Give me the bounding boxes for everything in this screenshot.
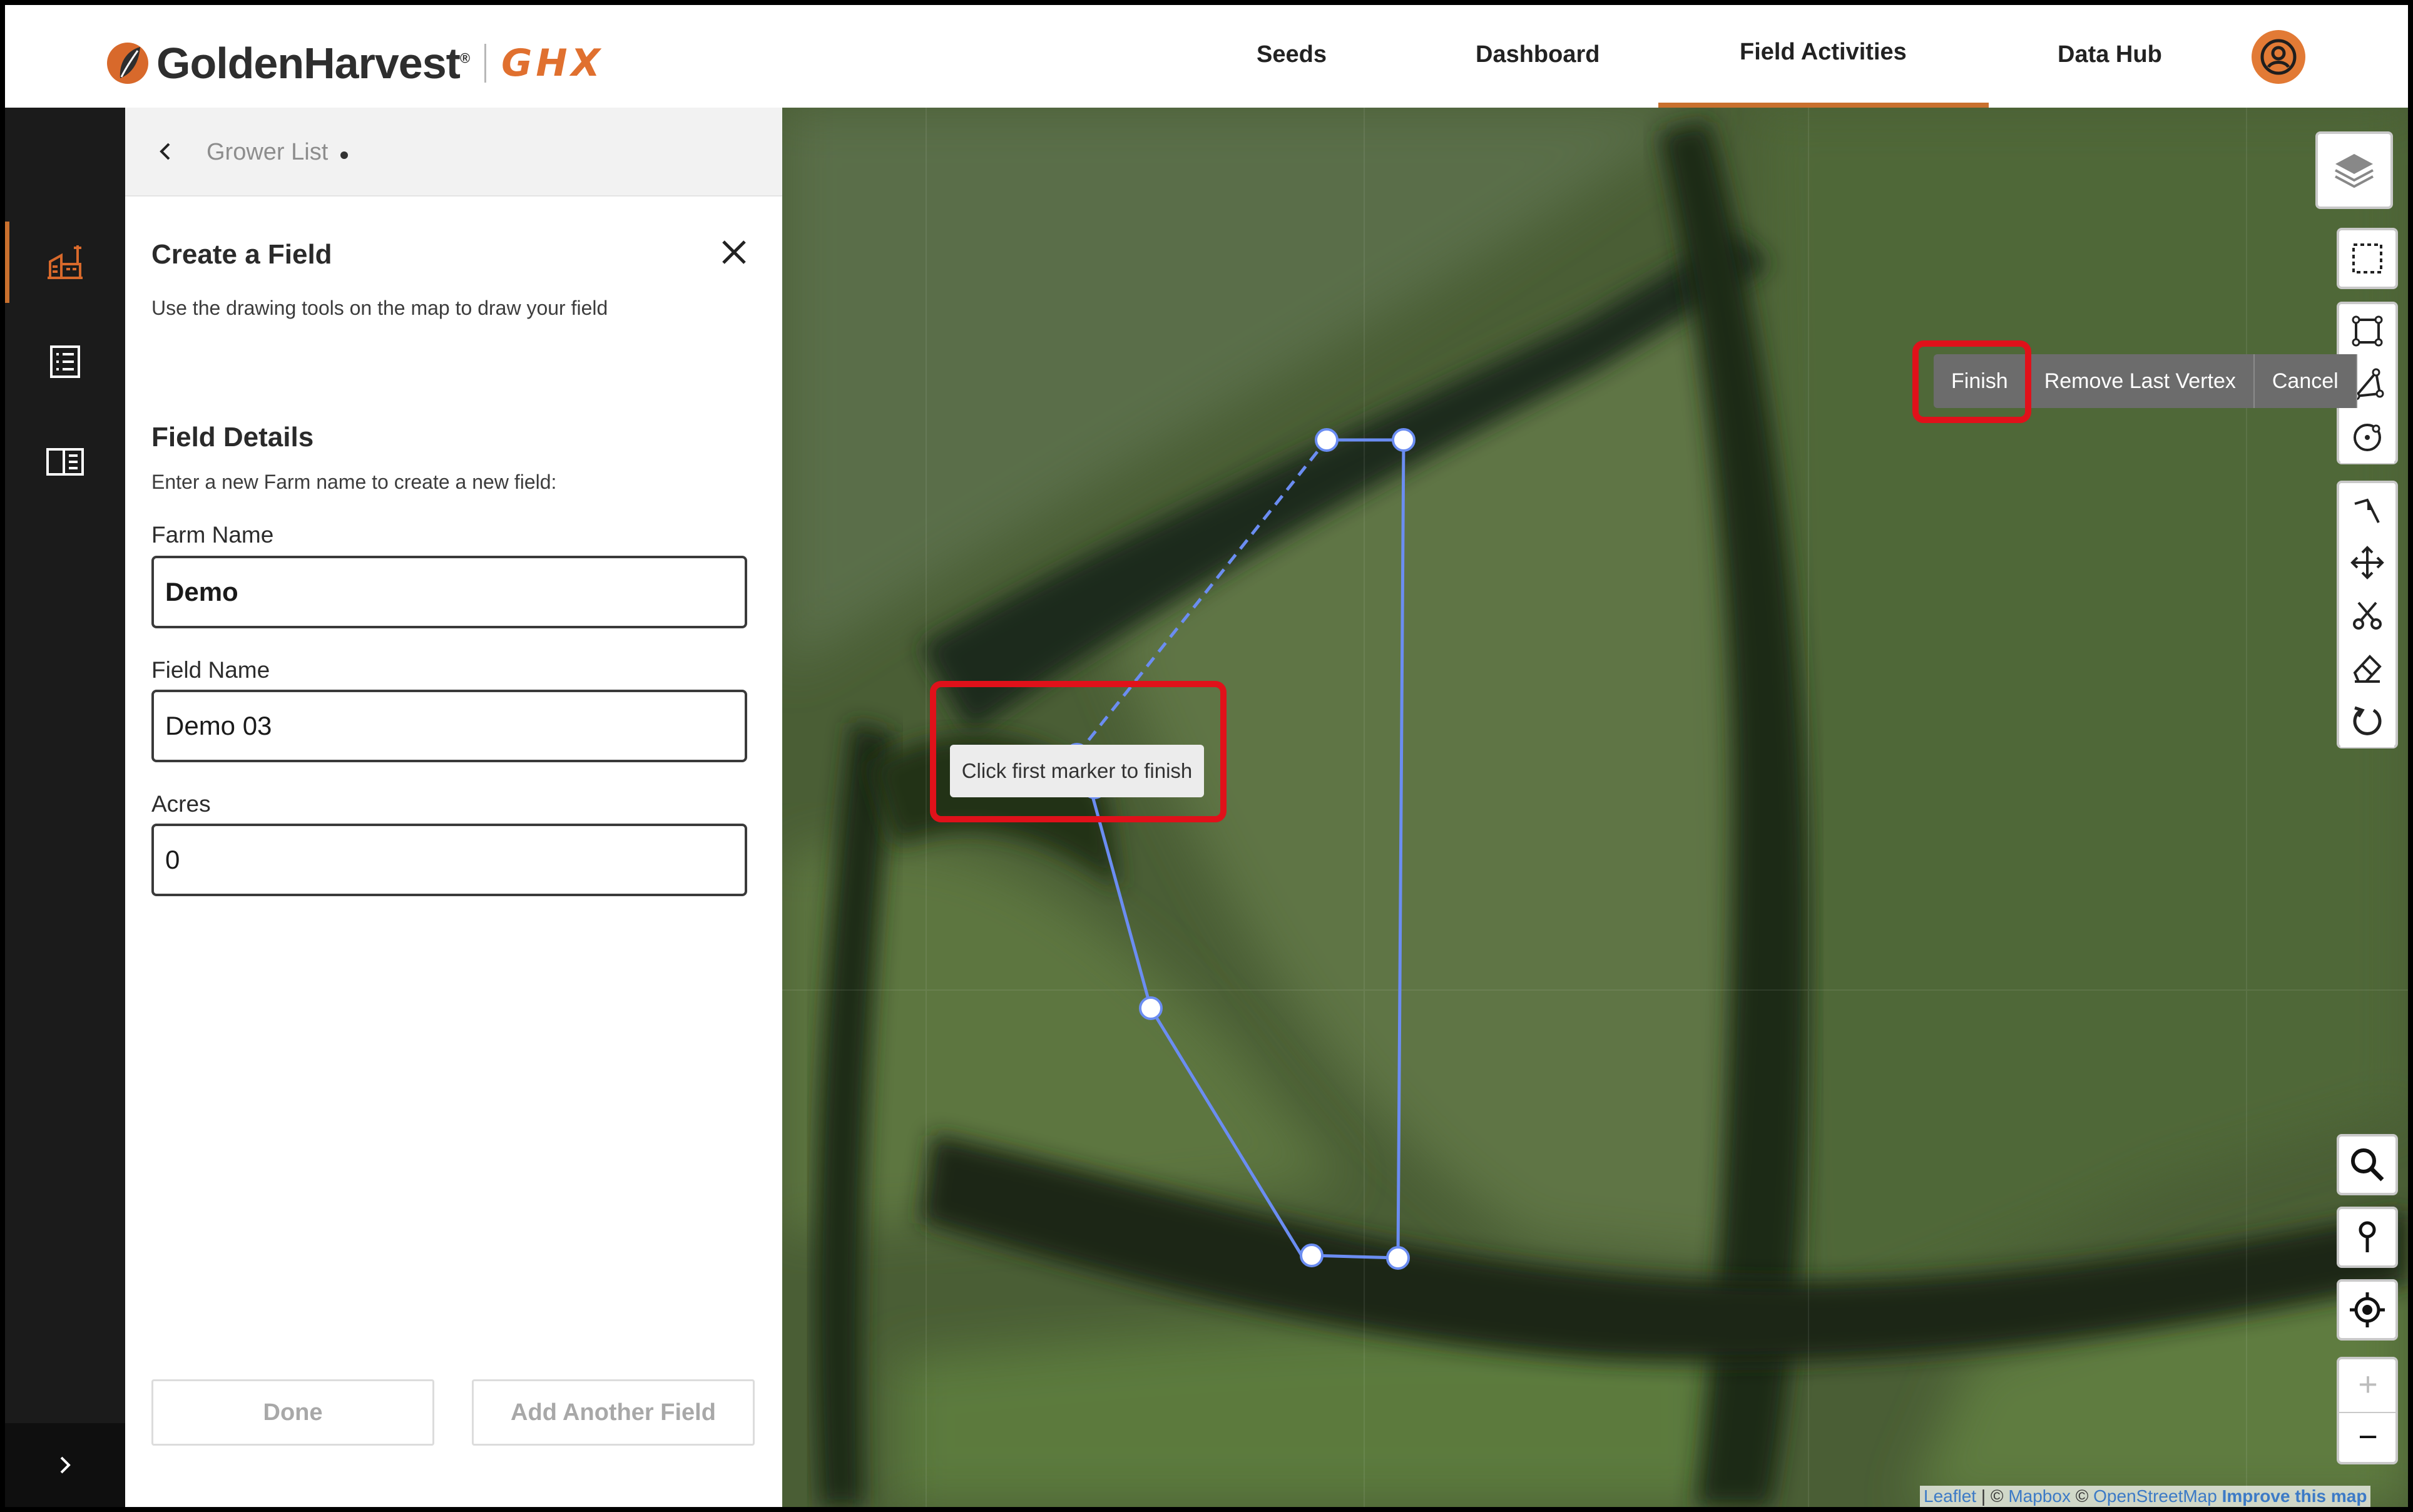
edit-vertex-icon	[2354, 498, 2380, 523]
top-header: GoldenHarvest® GHX Seeds Dashboard Field…	[5, 5, 2408, 109]
split-view-icon[interactable]	[43, 439, 88, 484]
finish-highlight	[1912, 340, 2031, 423]
acres-label: Acres	[151, 791, 211, 817]
chevron-right-icon	[60, 1456, 71, 1474]
brand-logo[interactable]: GoldenHarvest® GHX	[105, 35, 604, 91]
pin-icon	[2359, 1221, 2376, 1252]
osm-link[interactable]: OpenStreetMap	[2093, 1486, 2217, 1506]
map-attribution: Leaflet | © Mapbox © OpenStreetMap Impro…	[1920, 1486, 2371, 1507]
acres-input[interactable]: 0	[151, 824, 747, 896]
first-marker-highlight	[930, 681, 1227, 822]
panel-description: Use the drawing tools on the map to draw…	[151, 297, 608, 319]
eraser-icon	[2353, 655, 2382, 683]
leaf-logo-icon	[105, 41, 150, 86]
done-button[interactable]: Done	[151, 1379, 434, 1446]
panel-header: Grower List	[125, 108, 782, 197]
left-rail	[5, 108, 125, 1507]
expand-rail-button[interactable]	[5, 1423, 125, 1507]
edit-vertices-button[interactable]	[2340, 483, 2394, 537]
brand-separator	[484, 44, 487, 83]
search-map-button[interactable]	[2337, 1134, 2398, 1195]
farm-name-input[interactable]: Demo	[151, 556, 747, 628]
list-icon[interactable]	[43, 339, 88, 384]
field-name-input[interactable]: Demo 03	[151, 690, 747, 762]
scissors-icon	[2353, 601, 2382, 630]
add-another-field-button[interactable]: Add Another Field	[472, 1379, 755, 1446]
farm-name-label: Farm Name	[151, 522, 274, 548]
user-avatar-icon[interactable]	[2252, 30, 2305, 84]
rotate-icon	[2353, 706, 2382, 735]
attribution-separator-2: ©	[2070, 1486, 2094, 1506]
nav-seeds[interactable]: Seeds	[1257, 41, 1327, 68]
create-field-panel: Grower List Create a Field Use the drawi…	[125, 108, 845, 1507]
back-chevron-icon[interactable]	[153, 139, 178, 164]
section-title: Field Details	[151, 422, 314, 452]
remove-last-vertex-button[interactable]: Remove Last Vertex	[2027, 354, 2255, 408]
brand-name: GoldenHarvest®	[156, 39, 470, 88]
section-subtitle: Enter a new Farm name to create a new fi…	[151, 471, 557, 493]
rotate-button[interactable]	[2340, 693, 2394, 747]
dashed-square-icon	[2352, 243, 2382, 273]
zoom-in-icon[interactable]: +	[2350, 1366, 2385, 1403]
rail-active-indicator	[5, 222, 9, 303]
locate-me-button[interactable]	[2337, 1279, 2398, 1341]
draw-circle-button[interactable]	[2340, 409, 2394, 463]
leaflet-link[interactable]: Leaflet	[1924, 1486, 1976, 1506]
breadcrumb-dot	[340, 151, 348, 159]
layers-icon	[2335, 154, 2374, 188]
breadcrumb[interactable]: Grower List	[207, 139, 328, 166]
panel-title: Create a Field	[151, 239, 332, 270]
circle-draw-icon	[2354, 424, 2381, 451]
attribution-separator-1: | ©	[1976, 1486, 2009, 1506]
active-nav-indicator	[1658, 103, 1989, 108]
rectangle-draw-icon	[2352, 315, 2383, 347]
drop-pin-button[interactable]	[2337, 1207, 2398, 1268]
brand-ghx: GHX	[501, 41, 604, 85]
cancel-button[interactable]: Cancel	[2255, 354, 2357, 408]
select-area-button[interactable]	[2337, 228, 2398, 289]
mapbox-link[interactable]: Mapbox	[2008, 1486, 2071, 1506]
move-icon	[2350, 546, 2384, 580]
draw-rectangle-button[interactable]	[2340, 304, 2394, 358]
close-icon[interactable]	[718, 237, 750, 268]
erase-button[interactable]	[2340, 641, 2394, 695]
nav-field-activities[interactable]: Field Activities	[1740, 39, 1907, 66]
move-button[interactable]	[2340, 536, 2394, 590]
field-name-label: Field Name	[151, 657, 270, 683]
zoom-out-icon[interactable]: −	[2350, 1418, 2385, 1456]
zoom-control: + −	[2337, 1357, 2398, 1464]
improve-map-link[interactable]: Improve this map	[2222, 1486, 2367, 1506]
cut-button[interactable]	[2340, 588, 2394, 642]
nav-data-hub[interactable]: Data Hub	[2058, 41, 2162, 68]
crosshair-icon	[2350, 1292, 2385, 1327]
app-window: GoldenHarvest® GHX Seeds Dashboard Field…	[5, 5, 2408, 1507]
farm-icon[interactable]	[43, 239, 88, 284]
layers-button[interactable]	[2315, 131, 2393, 209]
search-icon	[2351, 1148, 2384, 1182]
nav-dashboard[interactable]: Dashboard	[1476, 41, 1599, 68]
